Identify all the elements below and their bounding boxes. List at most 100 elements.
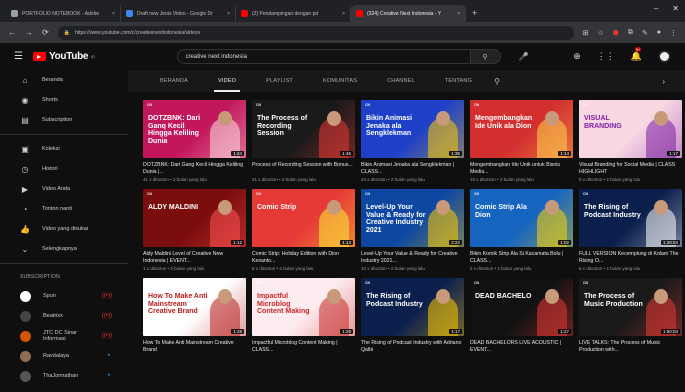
subscription-item[interactable]: Spun ((•))	[0, 286, 128, 306]
video-thumbnail[interactable]: CN Comic Strip Ala Dion 1:02	[470, 189, 573, 247]
video-thumbnail[interactable]: CN DOTZBNK: Dari Ganq Kecil Hingga Kelili…	[143, 100, 246, 158]
youtube-play-icon	[32, 52, 46, 61]
browser-tab[interactable]: Draft new Jenis Video - Google Dr ×	[121, 5, 236, 22]
subscription-item[interactable]: Beatrixx ((•))	[0, 306, 128, 326]
sidebar-item[interactable]: ⌄ Selengkapnya	[0, 239, 128, 259]
notifications-icon[interactable]: 🔔 9+	[631, 47, 642, 62]
url-field[interactable]: 🔒 https://www.youtube.com/c/creativenext…	[57, 25, 574, 40]
sidebar-item[interactable]: ◉ Shorts	[0, 90, 128, 110]
sidebar-item[interactable]: ◷ Histori	[0, 159, 128, 179]
video-card[interactable]: CN The Rising of Podcast Industry 1:28:04 F…	[579, 189, 682, 271]
youtube-logo[interactable]: YouTube ID	[32, 51, 95, 62]
search-input[interactable]: creative next indonesia	[176, 49, 471, 64]
tab-close-icon[interactable]: ×	[339, 11, 345, 17]
translate-icon[interactable]: ⊞	[583, 29, 589, 37]
browser-tab[interactable]: (2) Pendampingan dengan pd ×	[236, 5, 351, 22]
channel-search-icon[interactable]: ⚲	[494, 77, 500, 86]
browser-tab[interactable]: (324) Creative Next Indonesia - Y ×	[351, 5, 466, 22]
tab-komunitas[interactable]: KOMUNITAS	[323, 70, 357, 92]
sidebar-item[interactable]: ⌂ Beranda	[0, 70, 128, 90]
minimize-icon[interactable]: ‒	[654, 4, 658, 13]
video-title[interactable]: Process of Recording Session with Bonus.…	[252, 162, 355, 175]
video-title[interactable]: DOTZBNK: Dari Gang Kecil Hingga Keliling…	[143, 162, 246, 175]
shield-icon[interactable]: ⬟	[613, 29, 619, 37]
tabs-next-icon[interactable]: ›	[662, 77, 665, 86]
video-title[interactable]: Aldy Maldini Level of Creative New Indon…	[143, 251, 246, 264]
video-card[interactable]: CN ALDY MALDINI 1:12 Aldy Maldini Level of …	[143, 189, 246, 271]
video-thumbnail[interactable]: CN ALDY MALDINI 1:12	[143, 189, 246, 247]
tab-playlist[interactable]: PLAYLIST	[266, 70, 293, 92]
video-title[interactable]: Impactful Microblog Content Making | CLA…	[252, 340, 355, 353]
video-thumbnail[interactable]: CN Comic Strip 1:13	[252, 189, 355, 247]
video-card[interactable]: CN The Process of Recording Session 1:46 Pr…	[252, 100, 355, 182]
video-title[interactable]: FULL VERSION Kecemplung di Kolam The Ris…	[579, 251, 682, 264]
video-thumbnail[interactable]: CN The Rising of Podcast Industry 1:28:04	[579, 189, 682, 247]
subscription-item[interactable]: Ravdalaya •	[0, 346, 128, 366]
profile-icon[interactable]: ●	[657, 29, 661, 37]
tab-beranda[interactable]: BERANDA	[160, 70, 188, 92]
video-title[interactable]: Visual Branding for Social Media | CLASS…	[579, 162, 682, 175]
new-tab-button[interactable]: +	[466, 5, 483, 22]
subscription-item[interactable]: JTC DC Sinar Informasi ((•))	[0, 326, 128, 346]
tab-channel[interactable]: CHANNEL	[387, 70, 415, 92]
video-card[interactable]: CN The Rising of Podcast Industry 1:17 The …	[361, 278, 464, 355]
video-thumbnail[interactable]: CN The Process of Recording Session 1:46	[252, 100, 355, 158]
tab-tentang[interactable]: TENTANG	[445, 70, 472, 92]
account-avatar[interactable]	[658, 50, 671, 63]
video-card[interactable]: CN DEAD BACHELO 1:27 DEAD BACHELORS LIVE AC…	[470, 278, 573, 355]
tab-video[interactable]: VIDEO	[213, 70, 241, 92]
video-card[interactable]: CN VISUAL BRANDING 1:17 Visual Branding for…	[579, 100, 682, 182]
extension-icon[interactable]: ⧉	[628, 29, 633, 37]
create-video-icon[interactable]: ⊕	[573, 51, 581, 62]
tab-close-icon[interactable]: ×	[454, 11, 460, 17]
video-thumbnail[interactable]: CN Impactful Microblog Content Making 1:26	[252, 278, 355, 336]
video-title[interactable]: The Rising of Podcast Industry with Adri…	[361, 340, 464, 353]
close-window-icon[interactable]: ✕	[672, 4, 679, 13]
video-thumbnail[interactable]: CN The Process of Music Production 1:50:03	[579, 278, 682, 336]
browser-tab[interactable]: PORTFOLIO NOTEBOOK - Adobe ×	[6, 5, 121, 22]
sidebar-item[interactable]: ◔ Tonton nanti	[0, 199, 128, 219]
video-card[interactable]: CN Bikin Animasi Jenaka ala Sengklekman 1:…	[361, 100, 464, 182]
video-title[interactable]: Comic Strip: Holiday Edition with Dion K…	[252, 251, 355, 264]
video-card[interactable]: CN Mengembangkan Ide Unik ala Dion 1:14 Men…	[470, 100, 573, 182]
sidebar-item[interactable]: 👍 Video yang disukai	[0, 219, 128, 239]
video-title[interactable]: Level-Up Your Value & Ready for Creative…	[361, 251, 464, 264]
apps-grid-icon[interactable]: ⋮⋮	[597, 51, 615, 62]
search-button[interactable]: ⚲	[470, 49, 501, 64]
video-title[interactable]: Mengembangkan Ide Unik untuk Bisnis Medi…	[470, 162, 573, 175]
sidebar-item[interactable]: ▣ Koleksi	[0, 139, 128, 159]
video-card[interactable]: CN Comic Strip Ala Dion 1:02 Bikin Komik St…	[470, 189, 573, 271]
tab-close-icon[interactable]: ×	[109, 11, 115, 17]
video-card[interactable]: CN How To Make Anti Mainstream Creative B…	[143, 278, 246, 355]
sidebar-item[interactable]: ▤ Subscription	[0, 110, 128, 130]
video-card[interactable]: CN The Process of Music Production 1:50:03…	[579, 278, 682, 355]
video-thumbnail[interactable]: CN The Rising of Podcast Industry 1:17	[361, 278, 464, 336]
subscription-item[interactable]: ThaJonnathan •	[0, 366, 128, 386]
reload-icon[interactable]: ⟳	[42, 28, 49, 37]
video-title[interactable]: DEAD BACHELORS LIVE ACOUSTIC | EVENT...	[470, 340, 573, 353]
more-icon[interactable]: ⋮	[670, 29, 677, 37]
hamburger-menu-icon[interactable]: ☰	[14, 51, 23, 62]
puzzle-icon[interactable]: ✎	[642, 29, 648, 37]
video-card[interactable]: CN DOTZBNK: Dari Ganq Kecil Hingga Kelili…	[143, 100, 246, 182]
microphone-icon[interactable]: 🎤	[519, 52, 529, 61]
video-thumbnail[interactable]: CN DEAD BACHELO 1:27	[470, 278, 573, 336]
forward-icon[interactable]: →	[25, 28, 33, 37]
video-thumbnail[interactable]: CN Bikin Animasi Jenaka ala Sengklekman 1:…	[361, 100, 464, 158]
video-title[interactable]: How To Make Anti Mainstream Creative Bra…	[143, 340, 246, 353]
video-thumbnail[interactable]: CN Level-Up Your Value & Ready for Creati…	[361, 189, 464, 247]
back-icon[interactable]: ←	[8, 28, 16, 37]
video-card[interactable]: CN Level-Up Your Value & Ready for Creati…	[361, 189, 464, 271]
tab-close-icon[interactable]: ×	[224, 11, 230, 17]
thumbnail-person-head	[545, 289, 559, 304]
bookmark-icon[interactable]: ☆	[598, 29, 604, 37]
video-card[interactable]: CN Impactful Microblog Content Making 1:26…	[252, 278, 355, 355]
video-title[interactable]: Bikin Animasi Jenaka ala Sengklekman | C…	[361, 162, 464, 175]
video-thumbnail[interactable]: CN How To Make Anti Mainstream Creative B…	[143, 278, 246, 336]
sidebar-item[interactable]: ▶ Video Anda	[0, 179, 128, 199]
video-thumbnail[interactable]: CN Mengembangkan Ide Unik ala Dion 1:14	[470, 100, 573, 158]
video-title[interactable]: Bikin Komik Strip Ala Si Kacamata Bolu |…	[470, 251, 573, 264]
video-thumbnail[interactable]: CN VISUAL BRANDING 1:17	[579, 100, 682, 158]
video-card[interactable]: CN Comic Strip 1:13 Comic Strip: Holiday Ed…	[252, 189, 355, 271]
video-title[interactable]: LIVE TALKS: The Process of Music Product…	[579, 340, 682, 353]
